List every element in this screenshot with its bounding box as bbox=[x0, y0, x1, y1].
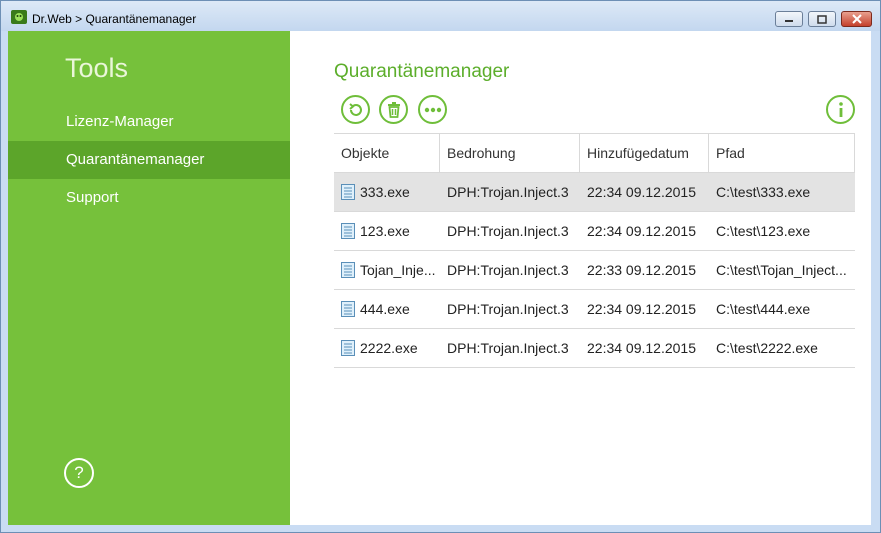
object-name: Tojan_Inje... bbox=[360, 262, 436, 278]
object-name: 444.exe bbox=[360, 301, 410, 317]
maximize-button[interactable] bbox=[808, 11, 836, 27]
sidebar-item-lizenz-manager[interactable]: Lizenz-Manager bbox=[8, 103, 290, 141]
date-cell: 22:34 09.12.2015 bbox=[587, 301, 696, 317]
sidebar: Tools Lizenz-Manager Quarantänemanager S… bbox=[8, 31, 290, 525]
object-cell: 2222.exe bbox=[334, 329, 440, 367]
object-cell: 123.exe bbox=[334, 212, 440, 250]
table-header: Objekte Bedrohung Hinzufügedatum Pfad bbox=[334, 133, 855, 173]
column-header-hinzufuegedatum[interactable]: Hinzufügedatum bbox=[580, 134, 709, 172]
threat-cell: DPH:Trojan.Inject.3 bbox=[447, 262, 569, 278]
file-icon bbox=[341, 223, 355, 239]
minimize-button[interactable] bbox=[775, 11, 803, 27]
threat-cell: DPH:Trojan.Inject.3 bbox=[447, 223, 569, 239]
object-cell: 333.exe bbox=[334, 173, 440, 211]
column-header-bedrohung[interactable]: Bedrohung bbox=[440, 134, 580, 172]
minimize-icon bbox=[785, 20, 793, 22]
file-icon bbox=[341, 262, 355, 278]
main-panel: Quarantänemanager Objekte Bedrohung Hinz… bbox=[290, 31, 871, 525]
app-window: Dr.Web > Quarantänemanager Tools Lizenz-… bbox=[0, 0, 881, 533]
table-row[interactable]: 444.exe DPH:Trojan.Inject.3 22:34 09.12.… bbox=[334, 290, 855, 329]
file-icon bbox=[341, 301, 355, 317]
delete-button[interactable] bbox=[379, 95, 408, 124]
object-cell: 444.exe bbox=[334, 290, 440, 328]
restore-icon bbox=[348, 102, 362, 116]
object-cell: Tojan_Inje... bbox=[334, 251, 440, 289]
date-cell: 22:34 09.12.2015 bbox=[587, 340, 696, 356]
threat-cell: DPH:Trojan.Inject.3 bbox=[447, 184, 569, 200]
close-button[interactable] bbox=[841, 11, 872, 27]
sidebar-title: Tools bbox=[65, 53, 129, 83]
path-cell: C:\test\2222.exe bbox=[716, 340, 818, 356]
client-area: Tools Lizenz-Manager Quarantänemanager S… bbox=[8, 31, 871, 525]
threat-cell: DPH:Trojan.Inject.3 bbox=[447, 301, 569, 317]
delete-icon bbox=[387, 101, 400, 118]
object-name: 123.exe bbox=[360, 223, 410, 239]
close-icon bbox=[851, 14, 862, 24]
date-cell: 22:33 09.12.2015 bbox=[587, 262, 696, 278]
info-icon bbox=[838, 101, 843, 117]
path-cell: C:\test\Tojan_Inject... bbox=[716, 262, 847, 278]
date-cell: 22:34 09.12.2015 bbox=[587, 184, 696, 200]
table-row[interactable]: 123.exe DPH:Trojan.Inject.3 22:34 09.12.… bbox=[334, 212, 855, 251]
threat-cell: DPH:Trojan.Inject.3 bbox=[447, 340, 569, 356]
more-icon bbox=[424, 107, 441, 112]
object-name: 333.exe bbox=[360, 184, 410, 200]
sidebar-item-quarantaenemanager[interactable]: Quarantänemanager bbox=[8, 141, 290, 179]
table-row[interactable]: 2222.exe DPH:Trojan.Inject.3 22:34 09.12… bbox=[334, 329, 855, 368]
sidebar-item-support[interactable]: Support bbox=[8, 179, 290, 217]
column-header-pfad[interactable]: Pfad bbox=[709, 134, 855, 172]
table-row[interactable]: 333.exe DPH:Trojan.Inject.3 22:34 09.12.… bbox=[334, 173, 855, 212]
help-button[interactable]: ? bbox=[64, 458, 94, 488]
info-button[interactable] bbox=[826, 95, 855, 124]
path-cell: C:\test\123.exe bbox=[716, 223, 811, 239]
quarantine-table: Objekte Bedrohung Hinzufügedatum Pfad 33… bbox=[334, 133, 855, 368]
window-title: Dr.Web > Quarantänemanager bbox=[32, 12, 197, 26]
column-header-objekte[interactable]: Objekte bbox=[334, 134, 440, 172]
path-cell: C:\test\333.exe bbox=[716, 184, 811, 200]
path-cell: C:\test\444.exe bbox=[716, 301, 811, 317]
file-icon bbox=[341, 184, 355, 200]
date-cell: 22:34 09.12.2015 bbox=[587, 223, 696, 239]
file-icon bbox=[341, 340, 355, 356]
title-bar[interactable]: Dr.Web > Quarantänemanager bbox=[1, 1, 880, 31]
maximize-icon bbox=[817, 14, 827, 24]
more-button[interactable] bbox=[418, 95, 447, 124]
restore-button[interactable] bbox=[341, 95, 370, 124]
drweb-logo-icon bbox=[11, 10, 27, 24]
object-name: 2222.exe bbox=[360, 340, 418, 356]
page-title: Quarantänemanager bbox=[334, 61, 510, 82]
table-row[interactable]: Tojan_Inje... DPH:Trojan.Inject.3 22:33 … bbox=[334, 251, 855, 290]
